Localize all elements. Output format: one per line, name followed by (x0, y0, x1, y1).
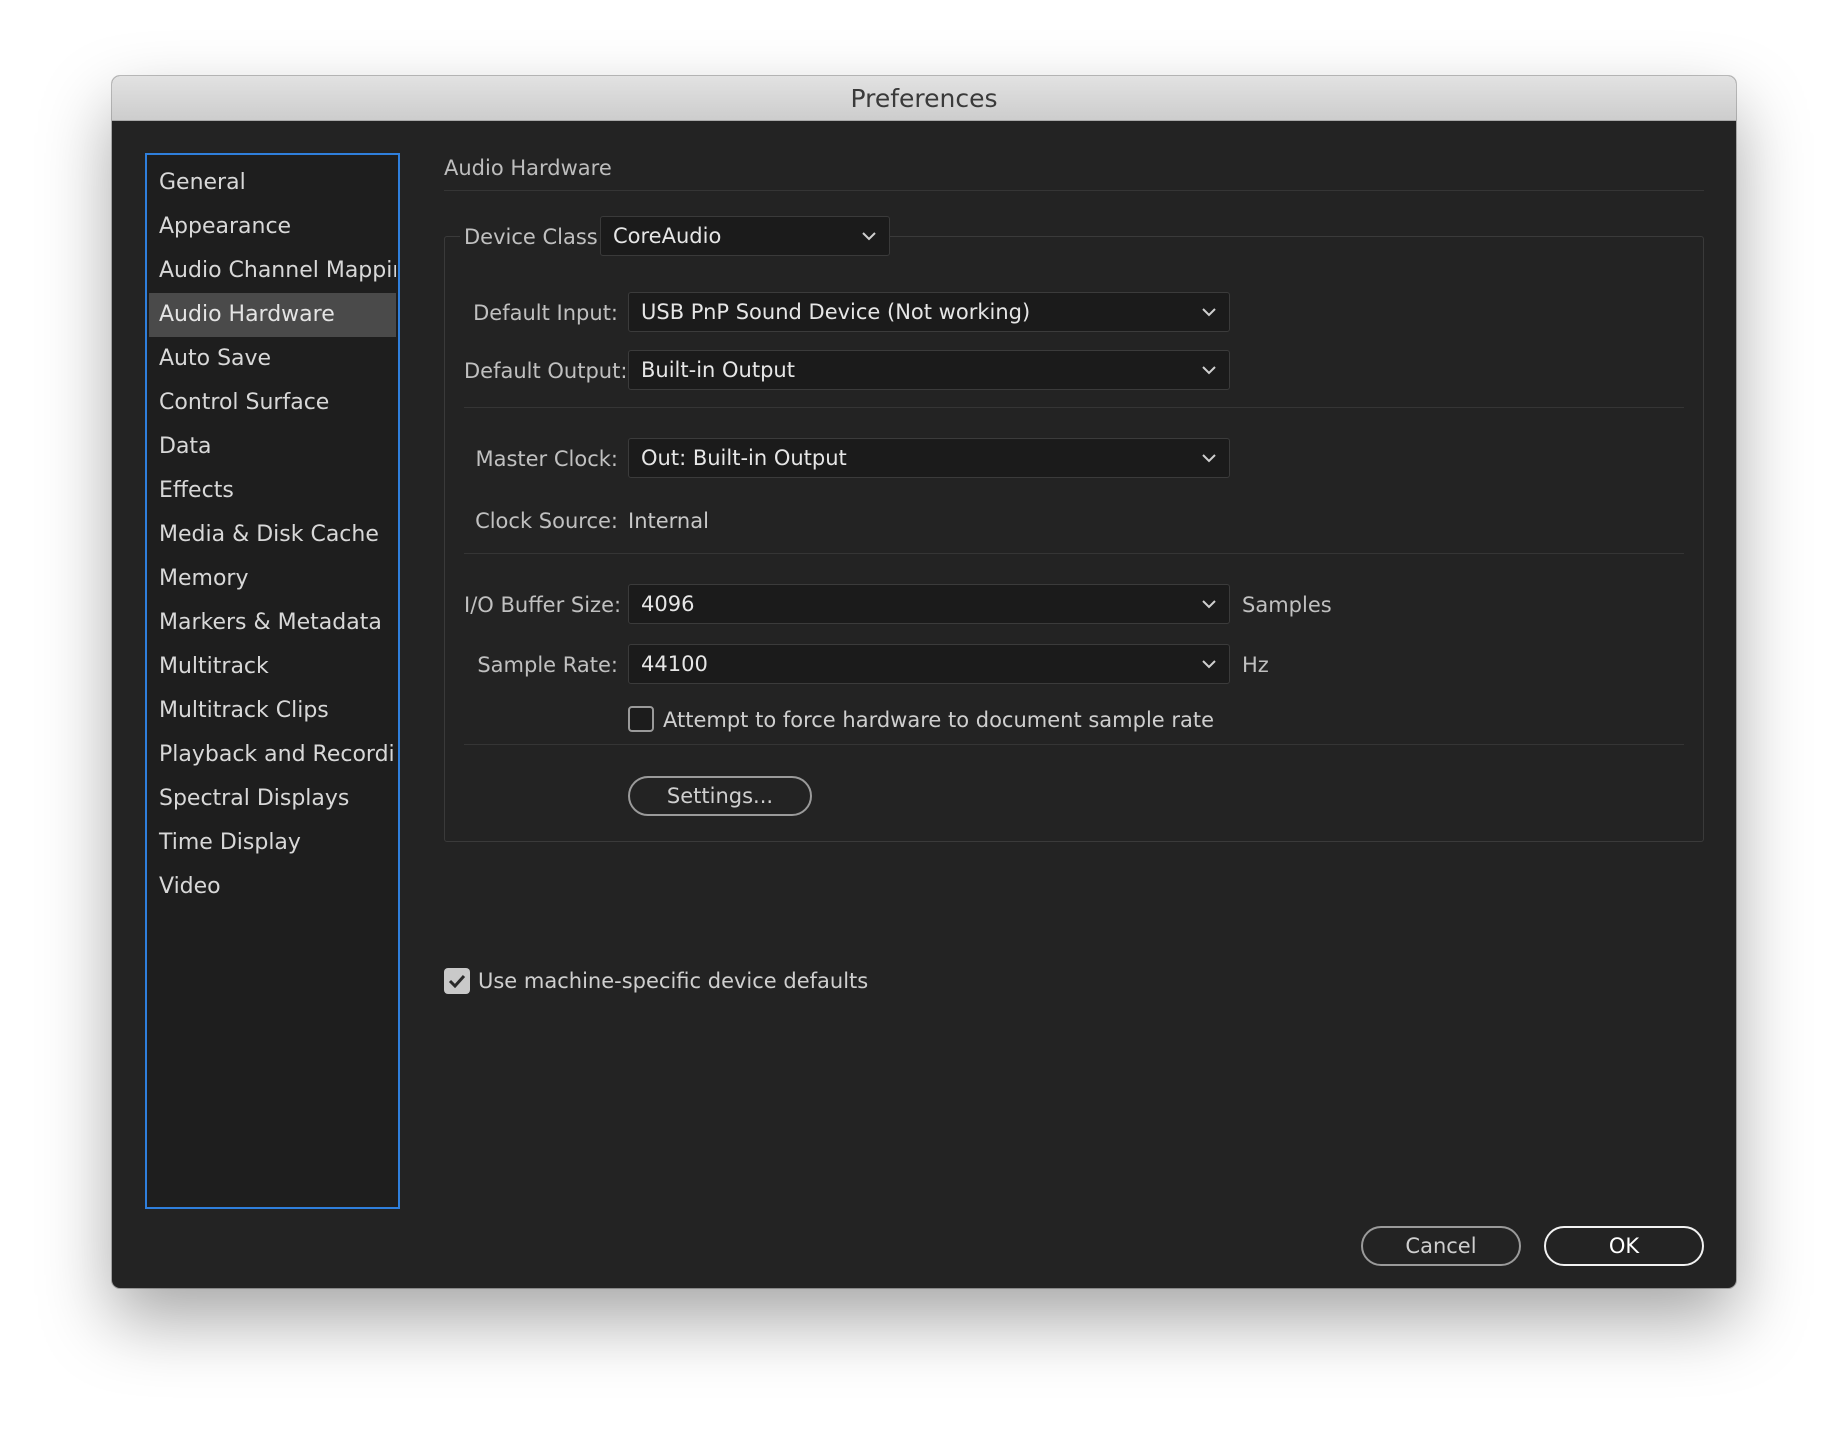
master-clock-label: Master Clock: (475, 447, 618, 471)
sample-rate-value: 44100 (641, 652, 708, 676)
sidebar-item-video[interactable]: Video (149, 865, 396, 909)
chevron-down-icon (1189, 351, 1229, 389)
sample-rate-label: Sample Rate: (477, 653, 618, 677)
chevron-down-icon (1189, 439, 1229, 477)
default-input-label: Default Input: (473, 301, 618, 325)
io-buffer-size-label: I/O Buffer Size: (464, 593, 622, 617)
sample-rate-dropdown[interactable]: 44100 (628, 644, 1230, 684)
device-class-dropdown[interactable]: CoreAudio (600, 216, 890, 256)
ok-button[interactable]: OK (1544, 1226, 1704, 1266)
preferences-window: Preferences General Appearance Audio Cha… (112, 76, 1736, 1288)
chevron-down-icon (1189, 645, 1229, 683)
section-divider (444, 190, 1704, 191)
sidebar-item-markers-metadata[interactable]: Markers & Metadata (149, 601, 396, 645)
sidebar-item-audio-channel-mapping[interactable]: Audio Channel Mapping (149, 249, 396, 293)
sidebar-item-audio-hardware[interactable]: Audio Hardware (149, 293, 396, 337)
force-sample-rate-label[interactable]: Attempt to force hardware to document sa… (663, 702, 1214, 738)
default-input-dropdown[interactable]: USB PnP Sound Device (Not working) (628, 292, 1230, 332)
device-class-label: Device Class: (460, 219, 613, 255)
clock-source-value: Internal (628, 509, 709, 533)
io-buffer-size-dropdown[interactable]: 4096 (628, 584, 1230, 624)
sidebar-item-control-surface[interactable]: Control Surface (149, 381, 396, 425)
divider (464, 553, 1684, 554)
sidebar-item-playback-recording[interactable]: Playback and Recording (149, 733, 396, 777)
sample-rate-unit: Hz (1242, 653, 1269, 677)
sidebar-item-multitrack-clips[interactable]: Multitrack Clips (149, 689, 396, 733)
sidebar-item-memory[interactable]: Memory (149, 557, 396, 601)
io-buffer-size-unit: Samples (1242, 593, 1332, 617)
preferences-category-list[interactable]: General Appearance Audio Channel Mapping… (145, 153, 400, 1209)
sidebar-item-time-display[interactable]: Time Display (149, 821, 396, 865)
window-title: Preferences (850, 83, 998, 113)
sidebar-item-appearance[interactable]: Appearance (149, 205, 396, 249)
sidebar-item-spectral-displays[interactable]: Spectral Displays (149, 777, 396, 821)
sidebar-item-general[interactable]: General (149, 161, 396, 205)
title-bar[interactable]: Preferences (112, 76, 1736, 121)
default-output-label: Default Output: (464, 359, 628, 383)
master-clock-dropdown[interactable]: Out: Built-in Output (628, 438, 1230, 478)
chevron-down-icon (1189, 293, 1229, 331)
section-title: Audio Hardware (444, 156, 612, 180)
cancel-button[interactable]: Cancel (1361, 1226, 1521, 1266)
io-buffer-size-value: 4096 (641, 592, 695, 616)
clock-source-label: Clock Source: (475, 509, 618, 533)
default-output-dropdown[interactable]: Built-in Output (628, 350, 1230, 390)
sidebar-item-multitrack[interactable]: Multitrack (149, 645, 396, 689)
master-clock-value: Out: Built-in Output (641, 446, 847, 470)
chevron-down-icon (1189, 585, 1229, 623)
sidebar-item-effects[interactable]: Effects (149, 469, 396, 513)
chevron-down-icon (849, 217, 889, 255)
sidebar-item-data[interactable]: Data (149, 425, 396, 469)
divider (464, 407, 1684, 408)
checkmark-icon (448, 974, 466, 988)
machine-defaults-label[interactable]: Use machine-specific device defaults (478, 963, 868, 999)
default-input-value: USB PnP Sound Device (Not working) (641, 300, 1031, 324)
device-class-value: CoreAudio (613, 224, 722, 248)
force-sample-rate-checkbox[interactable] (628, 706, 654, 732)
default-output-value: Built-in Output (641, 358, 795, 382)
sidebar-item-media-disk-cache[interactable]: Media & Disk Cache (149, 513, 396, 557)
sidebar-item-auto-save[interactable]: Auto Save (149, 337, 396, 381)
machine-defaults-checkbox[interactable] (444, 968, 470, 994)
settings-button[interactable]: Settings... (628, 776, 812, 816)
divider (464, 744, 1684, 745)
